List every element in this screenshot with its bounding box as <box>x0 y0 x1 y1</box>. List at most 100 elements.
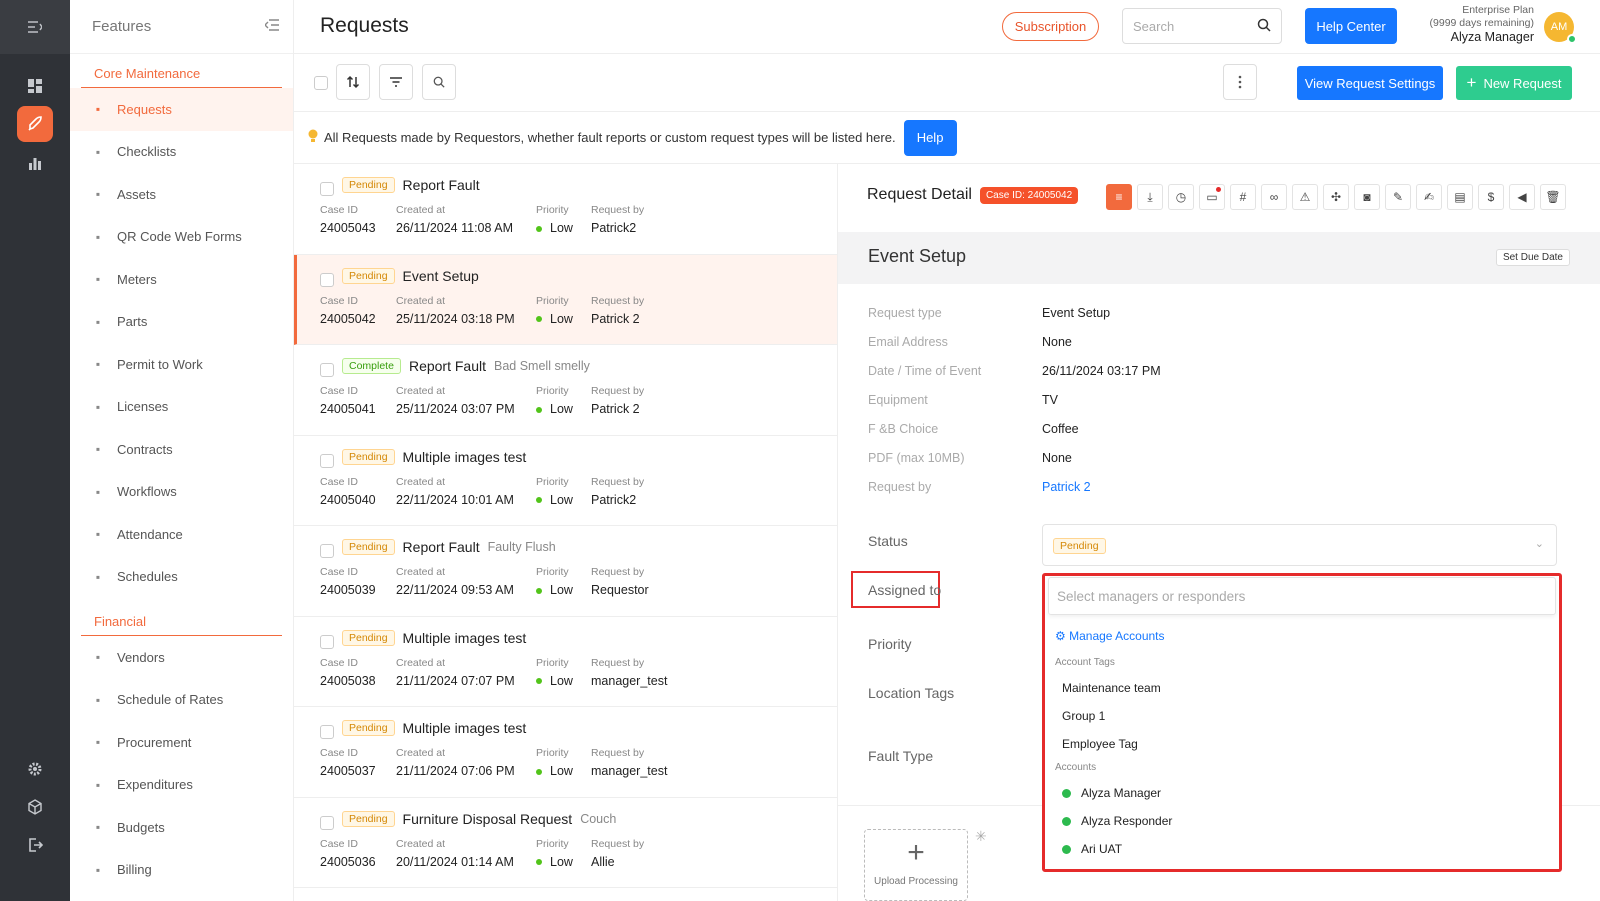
analytics-icon[interactable] <box>17 145 53 181</box>
view-request-settings-button[interactable]: View Request Settings <box>1297 66 1443 100</box>
status-badge: Pending <box>342 177 395 193</box>
row-checkbox[interactable] <box>320 363 334 377</box>
rocket-icon[interactable] <box>17 106 53 142</box>
list-item[interactable]: Pending Report Fault Case ID 24005043 Crea… <box>294 164 837 255</box>
sidebar-item-requests[interactable]: ▪ Requests <box>70 88 293 131</box>
row-checkbox[interactable] <box>320 182 334 196</box>
field-label: Equipment <box>868 392 928 407</box>
avatar[interactable]: AM <box>1544 12 1577 44</box>
list-item[interactable]: Pending Multiple images test Case ID 2400… <box>294 436 837 526</box>
help-center-button[interactable]: Help Center <box>1305 8 1397 44</box>
sidebar-item-attendance[interactable]: ▪ Attendance <box>70 513 293 556</box>
search-input[interactable]: Search <box>1122 8 1282 44</box>
logout-icon[interactable] <box>17 827 53 863</box>
sidebar-item-permit-to-work[interactable]: ▪ Permit to Work <box>70 343 293 386</box>
sidebar-item-schedules[interactable]: ▪ Schedules <box>70 556 293 599</box>
collapse-sidebar-icon[interactable] <box>264 18 279 35</box>
new-request-label: New Request <box>1483 75 1562 91</box>
collapse-menu-icon[interactable] <box>0 0 70 54</box>
list-item[interactable]: Pending Report Fault Faulty Flush Case I… <box>294 526 837 617</box>
sidebar-item-workflows[interactable]: ▪ Workflows <box>70 471 293 514</box>
sidebar-item-assets[interactable]: ▪ Assets <box>70 173 293 216</box>
status-label: Status <box>868 533 908 549</box>
parts-puzzle-icon[interactable]: ✣ <box>1323 184 1349 210</box>
sidebar-item-licenses[interactable]: ▪ Licenses <box>70 386 293 429</box>
row-checkbox[interactable] <box>320 634 334 649</box>
search-icon[interactable] <box>1257 18 1271 35</box>
created-label: Created at <box>396 747 446 759</box>
account-option[interactable]: Alyza Responder <box>1045 807 1559 835</box>
delete-trash-icon[interactable]: 🗑 <box>1540 184 1566 210</box>
assignee-search-input[interactable]: Select managers or responders <box>1048 577 1556 615</box>
account-option[interactable]: Ari UAT <box>1045 835 1559 863</box>
announce-speaker-icon[interactable]: ◀ <box>1509 184 1535 210</box>
more-options-icon[interactable] <box>1223 64 1257 100</box>
history-clock-icon[interactable]: ◷ <box>1168 184 1194 210</box>
sidebar-item-meters[interactable]: ▪ Meters <box>70 258 293 301</box>
sidebar-item-budgets[interactable]: ▪ Budgets <box>70 806 293 849</box>
warning-icon[interactable]: ⚠ <box>1292 184 1318 210</box>
select-all-checkbox[interactable] <box>314 76 328 90</box>
account-name: Alyza Responder <box>1081 814 1173 828</box>
subscription-button[interactable]: Subscription <box>1002 12 1099 41</box>
upload-processing-button[interactable]: + Upload Processing <box>864 829 968 901</box>
sidebar-item-qr-code-web-forms[interactable]: ▪ QR Code Web Forms <box>70 216 293 259</box>
field-value[interactable]: Patrick 2 <box>1042 480 1091 494</box>
hash-icon[interactable]: # <box>1230 184 1256 210</box>
row-checkbox[interactable] <box>320 815 334 830</box>
set-due-date-button[interactable]: Set Due Date <box>1495 249 1570 266</box>
status-select[interactable]: Pending ⌄ <box>1042 524 1557 566</box>
cube-icon[interactable] <box>17 789 53 825</box>
list-item[interactable]: Complete Report Fault Bad Smell smelly C… <box>294 345 837 436</box>
list-item[interactable]: Pending Multiple images test Case ID 2400… <box>294 707 837 798</box>
sidebar-item-contracts[interactable]: ▪ Contracts <box>70 428 293 471</box>
location-tags-label: Location Tags <box>868 685 955 701</box>
manage-accounts-link[interactable]: ⚙ Manage Accounts <box>1055 629 1559 643</box>
comments-icon[interactable]: ▭ <box>1199 184 1225 210</box>
account-tag-option[interactable]: Group 1 <box>1045 702 1559 730</box>
help-button[interactable]: Help <box>903 119 957 156</box>
row-checkbox[interactable] <box>320 544 334 558</box>
sidebar-item-expenditures[interactable]: ▪ Expenditures <box>70 764 293 807</box>
edit-pencil-icon[interactable]: ✎ <box>1385 184 1411 210</box>
case-label: Case ID <box>320 294 358 307</box>
sparkle-icon: ✳ <box>975 828 987 844</box>
sidebar-item-procurement[interactable]: ▪ Procurement <box>70 721 293 764</box>
signature-icon[interactable]: ✍ <box>1416 184 1442 210</box>
vendor-store-icon[interactable]: ▤ <box>1447 184 1473 210</box>
row-checkbox[interactable] <box>320 272 334 287</box>
link-icon[interactable]: ∞ <box>1261 184 1287 210</box>
list-item[interactable]: Pending Multiple images test Case ID 2400… <box>294 617 837 707</box>
account-option[interactable]: Alyza Manager <box>1045 779 1559 807</box>
search-list-icon[interactable] <box>422 64 456 100</box>
account-tag-option[interactable]: Maintenance team <box>1045 674 1559 702</box>
priority-value: Low <box>536 493 573 507</box>
sidebar-item-vendors[interactable]: ▪ Vendors <box>70 636 293 679</box>
sidebar-item-checklists[interactable]: ▪ Checklists <box>70 131 293 174</box>
row-checkbox[interactable] <box>320 725 334 739</box>
case-id-value: 24005043 <box>320 221 376 235</box>
details-list-icon[interactable]: ≡ <box>1106 184 1132 210</box>
settings-gear-icon[interactable] <box>17 751 53 787</box>
sidebar-item-schedule-of-rates[interactable]: ▪ Schedule of Rates <box>70 679 293 722</box>
dashboard-icon[interactable] <box>17 68 53 104</box>
account-tag-option[interactable]: Employee Tag <box>1045 730 1559 758</box>
camera-icon[interactable]: ◙ <box>1354 184 1380 210</box>
case-id-value: 24005039 <box>320 583 376 597</box>
case-label: Case ID <box>320 204 358 216</box>
sidebar-item-label: Meters <box>117 271 157 287</box>
download-icon[interactable]: ⤓ <box>1137 184 1163 210</box>
list-item[interactable]: Pending Event Setup Case ID 24005042 Creat… <box>294 254 837 345</box>
sidebar-item-billing[interactable]: ▪ Billing <box>70 849 293 892</box>
sort-icon[interactable] <box>336 64 370 100</box>
created-value: 20/11/2024 01:14 AM <box>396 854 514 869</box>
list-item[interactable]: Pending Furniture Disposal Request Couch… <box>294 798 837 888</box>
row-heading: Pending Multiple images test <box>342 720 534 736</box>
search-placeholder: Search <box>1133 18 1175 34</box>
row-checkbox[interactable] <box>320 453 334 468</box>
sidebar-item-parts[interactable]: ▪ Parts <box>70 301 293 344</box>
filter-icon[interactable] <box>379 64 413 100</box>
online-dot <box>1062 788 1071 798</box>
new-request-button[interactable]: + New Request <box>1456 66 1572 100</box>
dollar-icon[interactable]: $ <box>1478 184 1504 210</box>
